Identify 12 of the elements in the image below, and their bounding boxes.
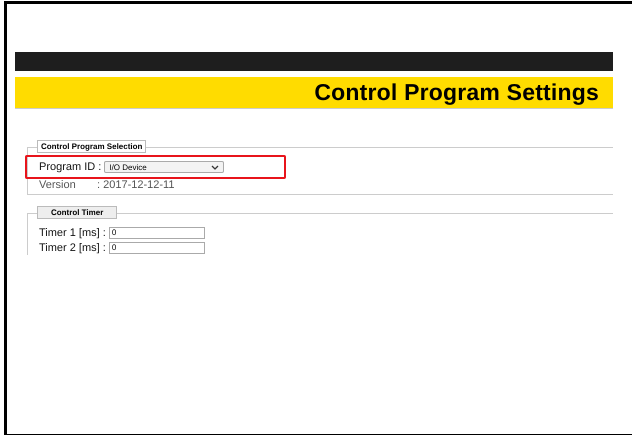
panel-legend: Control Timer bbox=[37, 206, 118, 219]
version-label: Version bbox=[39, 179, 77, 191]
panel-legend: Control Program Selection bbox=[37, 140, 146, 153]
timer-label: Timer 1 [ms] : bbox=[39, 226, 106, 238]
timer-field[interactable]: 0 bbox=[108, 242, 205, 254]
chevron-icon bbox=[211, 164, 220, 170]
program-id-label: Program ID : bbox=[39, 161, 102, 173]
version-value: : 2017-12-12-11 bbox=[97, 179, 174, 191]
timer-field[interactable]: 0 bbox=[108, 226, 205, 238]
program-id-dropdown[interactable]: I/O Device bbox=[104, 161, 224, 173]
page-title: Control Program Settings bbox=[314, 79, 599, 106]
timer-label: Timer 2 [ms] : bbox=[39, 242, 106, 254]
